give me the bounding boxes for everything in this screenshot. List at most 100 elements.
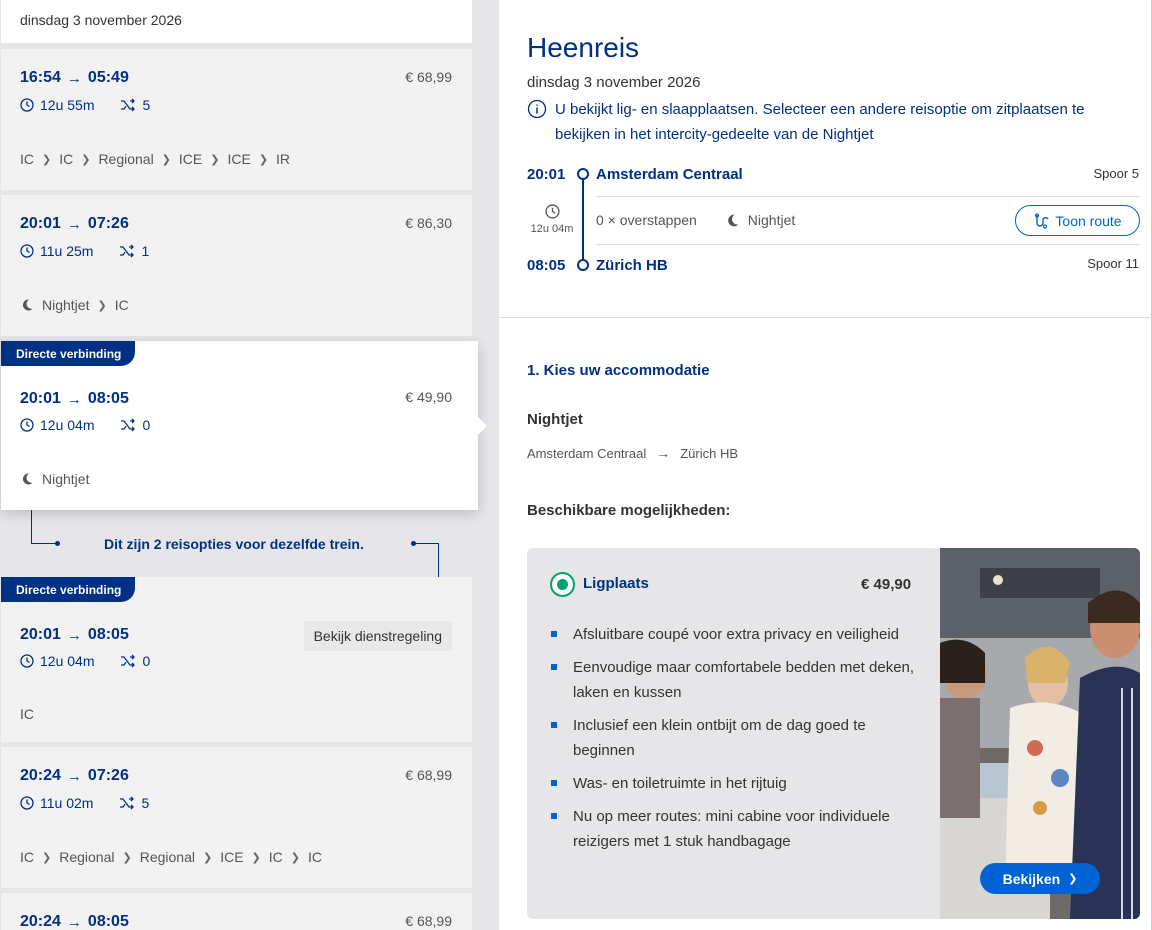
feature-list: Afsluitbare coupé voor extra privacy en … bbox=[551, 622, 921, 862]
journey-duration: 12u 04m bbox=[527, 204, 577, 235]
transfer-count: 5 bbox=[141, 795, 150, 811]
transfer-count: 5 bbox=[142, 97, 151, 113]
same-train-note: Dit zijn 2 reisopties voor dezelfde trei… bbox=[104, 536, 364, 552]
arrival-platform: Spoor 11 bbox=[1087, 256, 1139, 271]
selection-pointer bbox=[477, 416, 487, 436]
option-radio[interactable] bbox=[550, 572, 575, 597]
arrival-time: 08:05 bbox=[87, 626, 129, 643]
transfers-text: 0 × overstappen bbox=[596, 212, 697, 228]
list-item: Afsluitbare coupé voor extra privacy en … bbox=[551, 622, 921, 647]
clock-icon bbox=[20, 98, 34, 112]
train-types: IC ❯ Regional ❯ Regional ❯ ICE ❯ IC ❯ IC bbox=[20, 849, 322, 865]
transfer-count: 1 bbox=[141, 243, 150, 259]
trip-duration: 12u 04m bbox=[40, 417, 95, 433]
option-name: Ligplaats bbox=[583, 575, 649, 592]
arrival-time: 08:05 bbox=[527, 257, 566, 274]
departure-time: 20:01 bbox=[20, 390, 61, 407]
moon-icon bbox=[727, 214, 739, 226]
train-types: Nightjet bbox=[20, 471, 89, 487]
chevron-right-icon: ❯ bbox=[122, 851, 132, 864]
arrow-right-icon: → bbox=[66, 913, 82, 930]
arrival-time: 07:26 bbox=[87, 767, 129, 784]
option-price: € 49,90 bbox=[861, 576, 912, 593]
departure-time: 20:24 bbox=[20, 913, 61, 930]
trip-card[interactable]: 16:54 → 05:49 € 68,99 12u 55m 5 IC ❯ IC ❯ … bbox=[1, 49, 472, 190]
chevron-right-icon: ❯ bbox=[258, 153, 269, 166]
departure-dot bbox=[577, 168, 589, 180]
trip-card[interactable]: 20:24 → 07:26 € 68,99 11u 02m 5 IC ❯ Regi… bbox=[1, 747, 472, 888]
trip-duration: 12u 55m bbox=[40, 97, 95, 113]
journey-list-panel: dinsdag 3 november 2026 16:54 → 05:49 € … bbox=[0, 0, 499, 930]
step-title: 1. Kies uw accommodatie bbox=[527, 362, 710, 379]
chevron-right-icon: ❯ bbox=[202, 851, 213, 864]
departure-time: 20:01 bbox=[20, 215, 61, 232]
moon-icon bbox=[22, 473, 33, 485]
arrow-right-icon: → bbox=[66, 69, 82, 87]
section-train-name: Nightjet bbox=[527, 411, 583, 428]
arrival-station: Zürich HB bbox=[596, 257, 668, 274]
departure-time: 16:54 bbox=[20, 69, 61, 86]
arrival-time: 05:49 bbox=[87, 69, 129, 86]
direct-connection-badge: Directe verbinding bbox=[1, 577, 136, 602]
clock-icon bbox=[544, 204, 560, 219]
list-item: Inclusief een klein ontbijt om de dag go… bbox=[551, 713, 921, 763]
chevron-right-icon: ❯ bbox=[251, 851, 261, 864]
list-item: Eenvoudige maar comfortabele bedden met … bbox=[551, 655, 921, 705]
chevron-right-icon: ❯ bbox=[210, 153, 220, 166]
clock-icon bbox=[20, 418, 34, 432]
departure-station: Amsterdam Centraal bbox=[596, 166, 743, 183]
arrival-time: 08:05 bbox=[87, 390, 129, 407]
show-route-button[interactable]: Toon route bbox=[1015, 205, 1140, 236]
departure-time: 20:01 bbox=[527, 166, 566, 183]
trip-price: € 68,99 bbox=[405, 69, 452, 85]
chevron-right-icon: ❯ bbox=[42, 153, 52, 166]
arrow-right-icon: → bbox=[66, 767, 82, 785]
trip-card[interactable]: 20:24 → 08:05 € 68,99 bbox=[1, 893, 472, 930]
available-options-title: Beschikbare mogelijkheden: bbox=[527, 502, 731, 519]
trip-duration: 11u 25m bbox=[40, 243, 94, 259]
departure-time: 20:01 bbox=[20, 626, 61, 643]
trip-duration: 11u 02m bbox=[40, 795, 94, 811]
trip-price: € 86,30 bbox=[405, 215, 452, 231]
info-icon bbox=[527, 99, 547, 119]
route-icon bbox=[1035, 212, 1049, 229]
accommodation-option-card[interactable]: Ligplaats € 49,90 Afsluitbare coupé voor… bbox=[527, 548, 1140, 919]
connector-line bbox=[415, 543, 439, 577]
arrow-right-icon: → bbox=[66, 626, 82, 644]
chevron-right-icon: ❯ bbox=[1068, 873, 1078, 885]
arrival-dot bbox=[577, 259, 589, 271]
journey-date: dinsdag 3 november 2026 bbox=[527, 74, 701, 91]
chevron-right-icon: ❯ bbox=[290, 851, 300, 864]
info-message: U bekijkt lig- en slaapplaatsen. Selecte… bbox=[527, 97, 1127, 147]
trip-card-selected[interactable]: 20:01 → 08:05 € 49,90 12u 04m 0 Nightjet bbox=[1, 341, 478, 510]
trip-price: € 68,99 bbox=[405, 913, 452, 929]
page-title: Heenreis bbox=[527, 32, 640, 63]
list-item: Nu op meer routes: mini cabine voor indi… bbox=[551, 804, 921, 854]
train-types: Nightjet ❯ IC bbox=[20, 297, 129, 313]
clock-icon bbox=[20, 796, 34, 810]
trip-duration: 12u 04m bbox=[40, 653, 95, 669]
chevron-right-icon: ❯ bbox=[81, 153, 91, 166]
departure-platform: Spoor 5 bbox=[1093, 166, 1139, 181]
clock-icon bbox=[20, 244, 34, 258]
arrow-right-icon: → bbox=[66, 390, 82, 408]
trip-card[interactable]: 20:01 → 07:26 € 86,30 11u 25m 1 Nightjet… bbox=[1, 195, 472, 336]
transfer-icon bbox=[121, 98, 136, 112]
view-button[interactable]: Bekijken ❯ bbox=[980, 863, 1100, 894]
clock-icon bbox=[20, 654, 34, 668]
route-line bbox=[582, 175, 584, 265]
transfer-count: 0 bbox=[142, 417, 151, 433]
train-name: Nightjet bbox=[747, 212, 796, 228]
transfer-icon bbox=[120, 244, 135, 258]
moon-icon bbox=[22, 299, 33, 311]
chevron-right-icon: ❯ bbox=[42, 851, 52, 864]
journey-detail-panel: Heenreis dinsdag 3 november 2026 U bekij… bbox=[499, 0, 1152, 930]
departure-time: 20:24 bbox=[20, 767, 61, 784]
transfer-count: 0 bbox=[142, 653, 151, 669]
list-date: dinsdag 3 november 2026 bbox=[1, 0, 472, 43]
origin-destination: Amsterdam Centraal → Zürich HB bbox=[527, 445, 739, 461]
arrival-time: 08:05 bbox=[87, 913, 129, 930]
arrival-time: 07:26 bbox=[87, 215, 129, 232]
view-timetable-button[interactable]: Bekijk dienstregeling bbox=[303, 621, 452, 651]
chevron-right-icon: ❯ bbox=[161, 153, 171, 166]
